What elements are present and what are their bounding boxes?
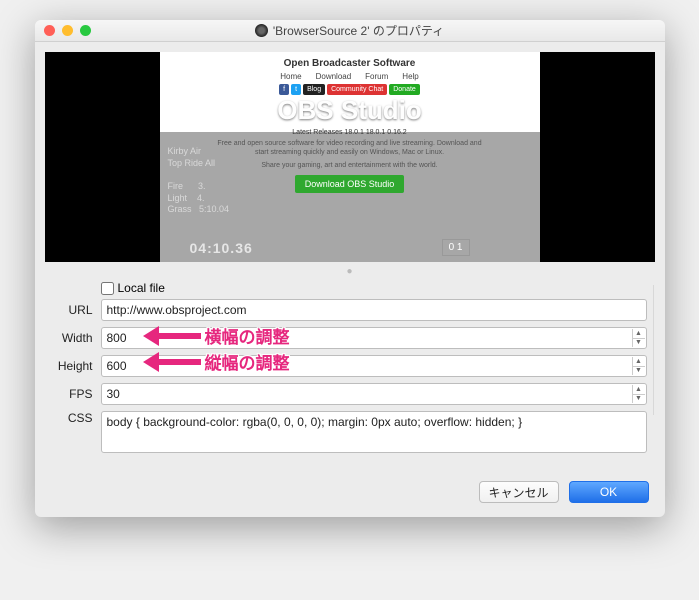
step-down-icon: ▼ (632, 339, 645, 348)
width-input[interactable]: 800 ▲▼ (101, 327, 647, 349)
preview-area: Open Broadcaster Software Home Download … (45, 52, 655, 262)
preview-heading: Open Broadcaster Software (160, 58, 540, 69)
step-up-icon: ▲ (632, 329, 645, 339)
badge-blog: Blog (303, 84, 325, 95)
window-title-text: 'BrowserSource 2' のプロパティ (273, 22, 444, 39)
titlebar: 'BrowserSource 2' のプロパティ (35, 20, 665, 42)
local-file-checkbox[interactable] (101, 282, 114, 295)
width-steppers[interactable]: ▲▼ (632, 329, 645, 347)
height-label: Height (47, 359, 93, 373)
preview-nav: Home Download Forum Help (160, 72, 540, 81)
nav-help: Help (402, 72, 418, 81)
step-up-icon: ▲ (632, 357, 645, 367)
dialog-buttons: キャンセル OK (35, 473, 665, 517)
step-down-icon: ▼ (632, 395, 645, 404)
local-file-label: Local file (118, 281, 165, 295)
close-icon[interactable] (44, 25, 55, 36)
url-label: URL (47, 303, 93, 317)
width-value: 800 (107, 331, 127, 345)
facebook-icon: f (279, 84, 289, 95)
height-input[interactable]: 600 ▲▼ (101, 355, 647, 377)
bg-timer: 04:10.36 (190, 240, 253, 256)
step-down-icon: ▼ (632, 367, 645, 376)
nav-download: Download (316, 72, 352, 81)
height-value: 600 (107, 359, 127, 373)
hero-title: OBS Studio (168, 95, 532, 126)
badge-chat: Community Chat (327, 84, 387, 95)
scrollbar[interactable] (653, 285, 659, 415)
fps-label: FPS (47, 387, 93, 401)
fps-steppers[interactable]: ▲▼ (632, 385, 645, 403)
preview-desc1: Free and open source software for video … (212, 140, 488, 158)
nav-forum: Forum (365, 72, 388, 81)
fps-value: 30 (107, 387, 120, 401)
ok-button[interactable]: OK (569, 481, 649, 503)
preview-content: Open Broadcaster Software Home Download … (160, 52, 540, 262)
twitter-icon: t (291, 84, 301, 95)
css-input[interactable] (101, 411, 647, 453)
properties-window: 'BrowserSource 2' のプロパティ Open Broadcaste… (35, 20, 665, 517)
fps-input[interactable]: 30 ▲▼ (101, 383, 647, 405)
url-input[interactable] (101, 299, 647, 321)
download-button-preview: Download OBS Studio (295, 175, 405, 193)
width-label: Width (47, 331, 93, 345)
badge-row: f t Blog Community Chat Donate (160, 84, 540, 95)
cancel-button[interactable]: キャンセル (479, 481, 559, 503)
bg-score: 0 1 (442, 239, 470, 256)
css-label: CSS (47, 411, 93, 425)
local-file-row: Local file (101, 281, 647, 295)
window-title: 'BrowserSource 2' のプロパティ (35, 22, 665, 39)
zoom-icon[interactable] (80, 25, 91, 36)
minimize-icon[interactable] (62, 25, 73, 36)
nav-home: Home (280, 72, 301, 81)
releases-line: Latest Releases 18.0.1 18.0.1 0.16.2 (168, 129, 532, 136)
bg-game-text: Kirby Air Top Ride All Fire 3. Light 4. … (168, 146, 230, 216)
badge-donate: Donate (389, 84, 420, 95)
form-area: Local file URL Width 800 ▲▼ Height 600 ▲… (35, 277, 665, 473)
window-controls (44, 25, 91, 36)
height-steppers[interactable]: ▲▼ (632, 357, 645, 375)
obs-icon (255, 24, 268, 37)
resize-grip-icon[interactable]: ● (35, 266, 665, 277)
step-up-icon: ▲ (632, 385, 645, 395)
